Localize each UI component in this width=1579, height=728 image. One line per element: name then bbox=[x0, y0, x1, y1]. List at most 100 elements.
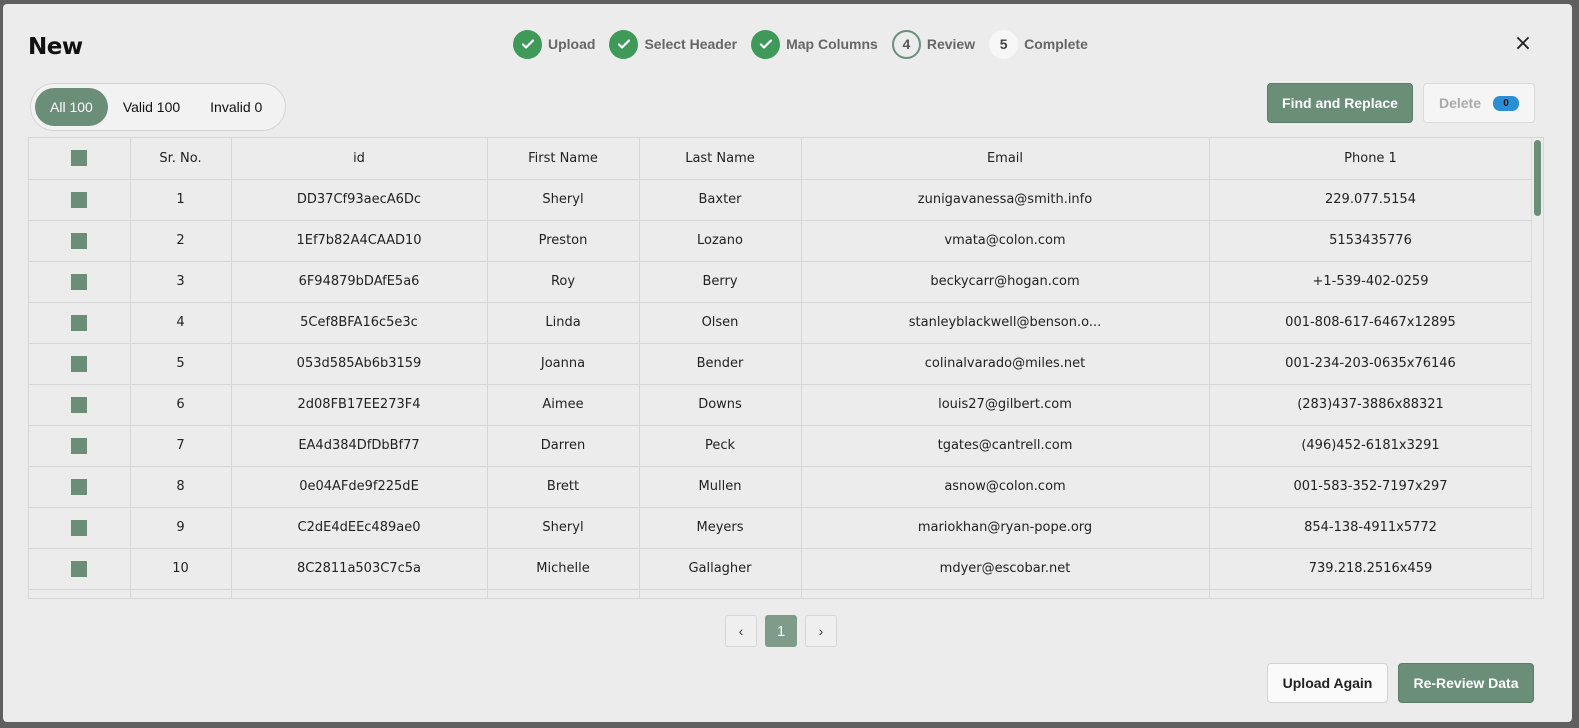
last-name-cell[interactable]: Meyers bbox=[639, 507, 802, 549]
email-cell[interactable]: asnow@colon.com bbox=[801, 466, 1210, 508]
last-name-cell[interactable]: Mullen bbox=[639, 466, 802, 508]
email-cell[interactable]: mdyer@escobar.net bbox=[801, 548, 1210, 590]
last-name-cell[interactable]: Downs bbox=[639, 384, 802, 426]
row-checkbox[interactable] bbox=[71, 396, 88, 413]
select-all-checkbox[interactable] bbox=[71, 150, 88, 167]
sr-no-cell[interactable]: 1 bbox=[130, 179, 232, 221]
sr-no-cell[interactable]: 8 bbox=[130, 466, 232, 508]
row-checkbox[interactable] bbox=[71, 560, 88, 577]
table-row: 7 EA4d384DfDbBf77 Darren Peck tgates@cantrel… bbox=[29, 425, 1533, 467]
upload-again-button[interactable]: Upload Again bbox=[1267, 663, 1388, 703]
column-header[interactable]: Phone 1 bbox=[1209, 138, 1533, 180]
column-header[interactable]: Email bbox=[801, 138, 1210, 180]
id-cell[interactable]: 5Cef8BFA16c5e3c bbox=[231, 302, 488, 344]
first-name-cell[interactable]: Roy bbox=[487, 261, 640, 303]
table-row: 4 5Cef8BFA16c5e3c Linda Olsen stanleyblackwe… bbox=[29, 302, 1533, 344]
first-name-cell[interactable]: Brett bbox=[487, 466, 640, 508]
first-name-cell[interactable]: Darren bbox=[487, 425, 640, 467]
phone-cell[interactable]: +1-539-402-0259 bbox=[1209, 261, 1533, 303]
scrollbar-thumb[interactable] bbox=[1534, 140, 1541, 216]
first-name-cell[interactable]: Sheryl bbox=[487, 179, 640, 221]
last-name-cell[interactable]: Baxter bbox=[639, 179, 802, 221]
phone-cell[interactable]: 854-138-4911x5772 bbox=[1209, 507, 1533, 549]
phone-cell[interactable]: (283)437-3886x88321 bbox=[1209, 384, 1533, 426]
id-cell[interactable]: EA4d384DfDbBf77 bbox=[231, 425, 488, 467]
check-icon bbox=[513, 29, 542, 59]
row-checkbox[interactable] bbox=[71, 519, 88, 536]
email-cell[interactable]: mariokhan@ryan-pope.org bbox=[801, 507, 1210, 549]
last-name-cell[interactable]: Olsen bbox=[639, 302, 802, 344]
delete-button[interactable]: Delete 0 bbox=[1423, 83, 1535, 123]
phone-cell[interactable]: 001-583-352-7197x297 bbox=[1209, 466, 1533, 508]
row-checkbox[interactable] bbox=[71, 232, 88, 249]
sr-no-cell[interactable]: 10 bbox=[130, 548, 232, 590]
table-row: 10 8C2811a503C7c5a Michelle Gallagher mdyer@… bbox=[29, 548, 1533, 590]
id-cell[interactable]: DD37Cf93aecA6Dc bbox=[231, 179, 488, 221]
last-name-cell[interactable]: Gallagher bbox=[639, 548, 802, 590]
id-cell[interactable]: 053d585Ab6b3159 bbox=[231, 343, 488, 385]
email-cell[interactable]: beckycarr@hogan.com bbox=[801, 261, 1210, 303]
row-checkbox[interactable] bbox=[71, 314, 88, 331]
close-icon[interactable]: × bbox=[1511, 32, 1535, 56]
row-checkbox[interactable] bbox=[71, 437, 88, 454]
id-cell[interactable]: C2dE4dEEc489ae0 bbox=[231, 507, 488, 549]
email-cell[interactable]: zunigavanessa@smith.info bbox=[801, 179, 1210, 221]
phone-cell[interactable]: 739.218.2516x459 bbox=[1209, 548, 1533, 590]
sr-no-cell[interactable]: 3 bbox=[130, 261, 232, 303]
phone-cell[interactable]: 001-234-203-0635x76146 bbox=[1209, 343, 1533, 385]
next-page-button[interactable]: › bbox=[805, 615, 837, 647]
last-name-cell[interactable]: Lozano bbox=[639, 220, 802, 262]
phone-cell[interactable]: (496)452-6181x3291 bbox=[1209, 425, 1533, 467]
re-review-data-button[interactable]: Re-Review Data bbox=[1398, 663, 1534, 703]
email-cell[interactable]: louis27@gilbert.com bbox=[801, 384, 1210, 426]
import-review-modal: New Upload Select Header Map Columns 4 R… bbox=[3, 4, 1572, 722]
last-name-cell[interactable]: Peck bbox=[639, 425, 802, 467]
sr-no-cell[interactable]: 5 bbox=[130, 343, 232, 385]
first-name-cell[interactable]: Aimee bbox=[487, 384, 640, 426]
row-checkbox[interactable] bbox=[71, 478, 88, 495]
email-cell[interactable]: stanleyblackwell@benson.o... bbox=[801, 302, 1210, 344]
last-name-cell[interactable]: Bender bbox=[639, 343, 802, 385]
id-cell[interactable]: 8C2811a503C7c5a bbox=[231, 548, 488, 590]
phone-cell[interactable]: 001-808-617-6467x12895 bbox=[1209, 302, 1533, 344]
filter-all[interactable]: All 100 bbox=[35, 88, 108, 126]
phone-cell[interactable]: 229.077.5154 bbox=[1209, 179, 1533, 221]
sr-no-cell[interactable]: 4 bbox=[130, 302, 232, 344]
column-header[interactable]: Last Name bbox=[639, 138, 802, 180]
first-name-cell[interactable]: Sheryl bbox=[487, 507, 640, 549]
first-name-cell[interactable]: Preston bbox=[487, 220, 640, 262]
last-name-cell[interactable]: Berry bbox=[639, 261, 802, 303]
row-select-cell bbox=[29, 220, 131, 262]
filter-valid[interactable]: Valid 100 bbox=[108, 88, 195, 126]
row-checkbox[interactable] bbox=[71, 355, 88, 372]
sr-no-cell[interactable]: 2 bbox=[130, 220, 232, 262]
email-cell[interactable]: colinalvarado@miles.net bbox=[801, 343, 1210, 385]
first-name-cell[interactable]: Michelle bbox=[487, 548, 640, 590]
row-checkbox[interactable] bbox=[71, 273, 88, 290]
step-upload: Upload bbox=[513, 29, 596, 59]
id-cell[interactable]: 2d08FB17EE273F4 bbox=[231, 384, 488, 426]
filter-invalid[interactable]: Invalid 0 bbox=[195, 88, 277, 126]
page-button-current[interactable]: 1 bbox=[765, 615, 797, 647]
column-header[interactable]: id bbox=[231, 138, 488, 180]
first-name-cell[interactable]: Joanna bbox=[487, 343, 640, 385]
step-label: Upload bbox=[548, 36, 596, 52]
sr-no-cell[interactable]: 9 bbox=[130, 507, 232, 549]
row-select-cell bbox=[29, 466, 131, 508]
id-cell[interactable]: 6F94879bDAfE5a6 bbox=[231, 261, 488, 303]
column-header[interactable]: First Name bbox=[487, 138, 640, 180]
table-cell bbox=[1209, 589, 1533, 598]
previous-page-button[interactable]: ‹ bbox=[725, 615, 757, 647]
sr-no-cell[interactable]: 7 bbox=[130, 425, 232, 467]
id-cell[interactable]: 1Ef7b82A4CAAD10 bbox=[231, 220, 488, 262]
email-cell[interactable]: vmata@colon.com bbox=[801, 220, 1210, 262]
email-cell[interactable]: tgates@cantrell.com bbox=[801, 425, 1210, 467]
first-name-cell[interactable]: Linda bbox=[487, 302, 640, 344]
column-header[interactable]: Sr. No. bbox=[130, 138, 232, 180]
find-and-replace-button[interactable]: Find and Replace bbox=[1267, 83, 1413, 123]
phone-cell[interactable]: 5153435776 bbox=[1209, 220, 1533, 262]
sr-no-cell[interactable]: 6 bbox=[130, 384, 232, 426]
id-cell[interactable]: 0e04AFde9f225dE bbox=[231, 466, 488, 508]
row-checkbox[interactable] bbox=[71, 191, 88, 208]
table-scrollbar[interactable] bbox=[1531, 138, 1543, 598]
